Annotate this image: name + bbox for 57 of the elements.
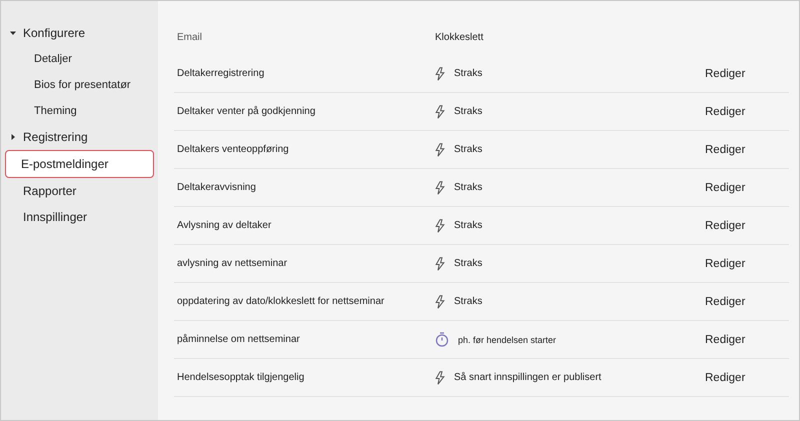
- edit-link[interactable]: Rediger: [705, 68, 746, 80]
- table-row[interactable]: Deltakers venteoppføring Straks Rediger: [174, 131, 789, 169]
- table-row[interactable]: oppdatering av dato/klokkeslett for nettseminar Straks Rediger: [174, 283, 789, 321]
- table-cell-text: Deltaker venter på godkjenning: [176, 106, 316, 117]
- sidebar-item[interactable]: Registrering: [5, 124, 154, 150]
- edit-link[interactable]: Rediger: [705, 258, 746, 270]
- table-cell-text: Hendelsesopptak tilgjengelig: [176, 372, 306, 383]
- edit-link[interactable]: Rediger: [705, 144, 746, 156]
- table-row[interactable]: avlysning av nettseminar Straks Rediger: [174, 245, 789, 283]
- edit-link[interactable]: Rediger: [705, 182, 746, 194]
- column-header: Email: [176, 32, 204, 42]
- table-cell: Straks: [454, 144, 482, 155]
- table-cell-text: oppdatering av dato/klokkeslett for nettseminar: [176, 296, 386, 307]
- lightning-icon: [435, 66, 445, 80]
- table-cell: Så snart innspillingen er publisert: [454, 372, 602, 383]
- table-cell-text: avlysning av nettseminar: [176, 258, 288, 269]
- table-cell-text: Deltakeravvisning: [176, 182, 257, 193]
- table-cell: Straks: [454, 296, 482, 307]
- sidebar-item[interactable]: Theming: [5, 98, 154, 124]
- table-row[interactable]: Avlysning av deltaker Straks Rediger: [174, 207, 789, 245]
- table-cell: Straks: [454, 258, 482, 269]
- table-row[interactable]: Hendelsesopptak tilgjengelig Så snart innspillingen er publisert Rediger: [174, 359, 789, 397]
- lightning-icon: [435, 104, 445, 118]
- caret-icon: [10, 134, 16, 140]
- sidebar-item[interactable]: Bios for presentatør: [5, 72, 154, 98]
- lightning-icon: [435, 370, 445, 384]
- lightning-icon: [435, 142, 445, 156]
- lightning-icon: [435, 180, 445, 194]
- edit-link[interactable]: Rediger: [705, 220, 746, 232]
- table-cell: Straks: [454, 106, 482, 117]
- table-cell-text: Deltakerregistrering: [176, 68, 266, 79]
- table-cell: Straks: [454, 220, 482, 231]
- table-row[interactable]: påminnelse om nettseminar ph. før hendelsen starter Rediger: [174, 321, 789, 359]
- sidebar-item[interactable]: E-postmeldinger: [5, 150, 154, 178]
- lightning-icon: [435, 294, 445, 308]
- table-cell-text: påminnelse om nettseminar: [176, 334, 301, 345]
- sidebar-item[interactable]: Rapporter: [5, 178, 154, 204]
- column-header: Klokkeslett: [435, 32, 484, 42]
- caret-icon: [10, 30, 16, 36]
- lightning-icon: [435, 218, 445, 232]
- table-cell: ph. før hendelsen starter: [458, 334, 556, 344]
- table-row[interactable]: Deltakeravvisning Straks Rediger: [174, 169, 789, 207]
- sidebar-item[interactable]: Konfigurere: [5, 20, 154, 46]
- stopwatch-icon: [435, 332, 449, 347]
- sidebar-item[interactable]: Detaljer: [5, 46, 154, 72]
- table-row[interactable]: Deltakerregistrering Straks Rediger: [174, 55, 789, 93]
- edit-link[interactable]: Rediger: [705, 334, 746, 346]
- edit-link[interactable]: Rediger: [705, 372, 746, 384]
- edit-link[interactable]: Rediger: [705, 296, 746, 308]
- table-cell-text: Deltakers venteoppføring: [176, 144, 290, 155]
- table-row[interactable]: Deltaker venter på godkjenning Straks Rediger: [174, 93, 789, 131]
- table-cell-text: Avlysning av deltaker: [176, 220, 272, 231]
- sidebar-item[interactable]: Innspillinger: [5, 204, 154, 230]
- lightning-icon: [435, 256, 445, 270]
- table-cell: Straks: [454, 182, 482, 193]
- edit-link[interactable]: Rediger: [705, 106, 746, 118]
- table-cell: Straks: [454, 68, 482, 79]
